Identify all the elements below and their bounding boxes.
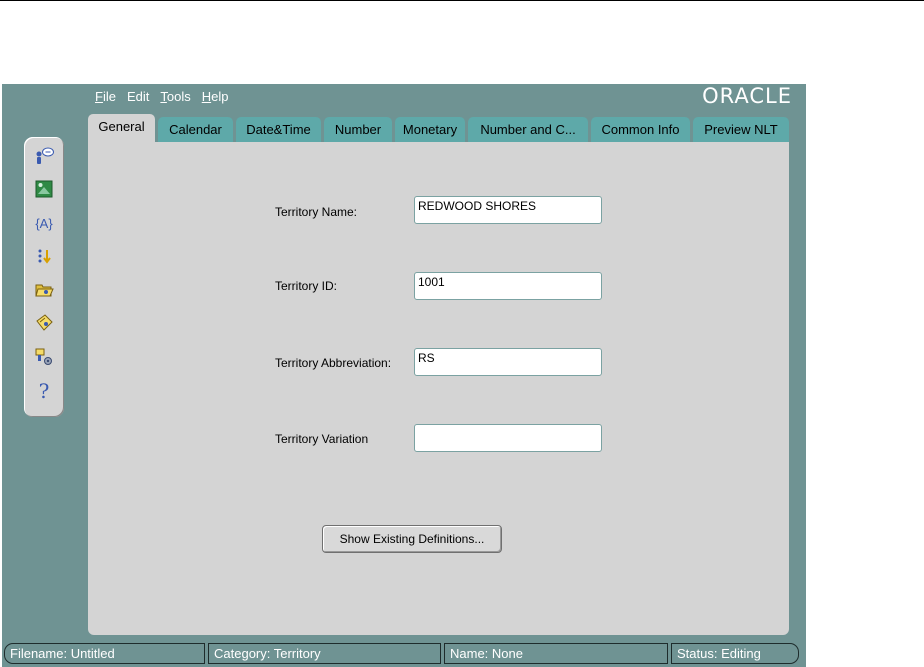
tab-number-and-c[interactable]: Number and C... (468, 117, 588, 143)
tab-common-info[interactable]: Common Info (591, 117, 690, 143)
tab-number[interactable]: Number (324, 117, 392, 143)
territory-id-label: Territory ID: (275, 279, 338, 293)
user-info-button[interactable] (32, 145, 56, 169)
braces-button[interactable]: {A} (32, 211, 56, 235)
braces-icon: {A} (35, 215, 53, 231)
territory-variation-label: Territory Variation (275, 432, 369, 446)
menu-edit[interactable]: Edit (127, 88, 149, 106)
territory-variation-input[interactable] (414, 424, 602, 452)
menu-tools[interactable]: Tools (160, 88, 190, 106)
general-panel: Territory Name: Territory ID: Territory … (88, 142, 789, 635)
save-button[interactable] (32, 311, 56, 335)
help-button[interactable]: ? (32, 379, 56, 403)
settings-icon (35, 348, 52, 365)
image-icon (35, 180, 53, 198)
menu-bar: File Edit Tools Help (95, 88, 228, 106)
save-icon (36, 314, 53, 331)
image-button[interactable] (32, 177, 56, 201)
status-filename: Filename: Untitled (4, 643, 205, 664)
territory-abbreviation-input[interactable] (414, 348, 602, 376)
tab-preview-nlt[interactable]: Preview NLT (693, 117, 789, 143)
settings-button[interactable] (32, 345, 56, 369)
tab-calendar[interactable]: Calendar (158, 117, 233, 143)
tab-date-time[interactable]: Date&Time (236, 117, 321, 143)
app-window: File Edit Tools Help ORACLE {A} ? Genera… (2, 84, 806, 667)
status-bar: Filename: Untitled Category: Territory N… (4, 643, 802, 665)
sort-icon (38, 249, 51, 264)
territory-id-input[interactable] (414, 272, 602, 300)
tab-general[interactable]: General (88, 114, 155, 144)
oracle-logo: ORACLE (702, 84, 792, 108)
show-existing-definitions-button[interactable]: Show Existing Definitions... (322, 525, 502, 553)
territory-name-label: Territory Name: (275, 205, 358, 219)
open-folder-icon (35, 284, 54, 297)
status-state: Status: Editing (671, 643, 799, 664)
user-info-icon (36, 147, 54, 164)
side-toolbar: {A} ? (24, 137, 64, 417)
status-category: Category: Territory (208, 643, 441, 664)
status-name: Name: None (444, 643, 668, 664)
menu-file[interactable]: File (95, 88, 116, 106)
sort-button[interactable] (32, 245, 56, 269)
help-icon: ? (38, 379, 50, 403)
territory-abbreviation-label: Territory Abbreviation: (275, 356, 392, 370)
territory-name-input[interactable] (414, 196, 602, 224)
top-rule (0, 0, 924, 1)
open-button[interactable] (32, 277, 56, 301)
tab-monetary[interactable]: Monetary (395, 117, 465, 143)
menu-help[interactable]: Help (202, 88, 229, 106)
